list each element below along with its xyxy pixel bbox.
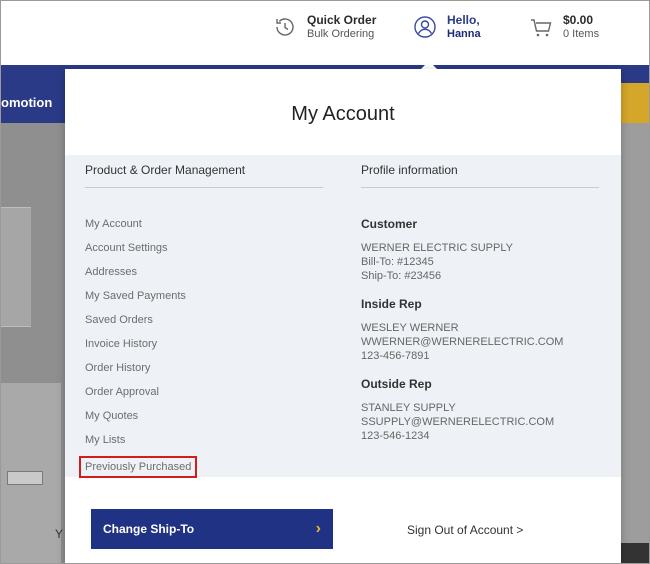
link-my-account[interactable]: My Account bbox=[85, 217, 197, 241]
outside-rep-label: Outside Rep bbox=[361, 377, 432, 391]
backdrop-card bbox=[1, 207, 31, 327]
link-order-approval[interactable]: Order Approval bbox=[85, 385, 197, 409]
nav-item-promotions[interactable]: omotion bbox=[1, 95, 52, 110]
sign-out-link[interactable]: Sign Out of Account > bbox=[407, 523, 523, 537]
inside-rep-email: WWERNER@WERNERELECTRIC.COM bbox=[361, 336, 564, 348]
link-order-history[interactable]: Order History bbox=[85, 361, 197, 385]
account-greeting: Hello, bbox=[447, 13, 480, 27]
cart-amount: $0.00 bbox=[563, 13, 594, 27]
product-order-heading: Product & Order Management bbox=[85, 163, 323, 188]
customer-company: WERNER ELECTRIC SUPPLY bbox=[361, 242, 513, 254]
link-previously-purchased[interactable]: Previously Purchased bbox=[79, 456, 198, 478]
link-my-lists[interactable]: My Lists bbox=[85, 433, 197, 457]
customer-bill-to: Bill-To: #12345 bbox=[361, 256, 434, 268]
panel-title: My Account bbox=[291, 103, 395, 125]
link-addresses[interactable]: Addresses bbox=[85, 265, 197, 289]
outside-rep-name: STANLEY SUPPLY bbox=[361, 402, 456, 414]
backdrop-input bbox=[7, 471, 43, 485]
my-account-dropdown: My Account Product & Order Management Pr… bbox=[65, 69, 621, 563]
link-my-saved-payments[interactable]: My Saved Payments bbox=[85, 289, 197, 313]
customer-ship-to: Ship-To: #23456 bbox=[361, 270, 442, 282]
link-account-settings[interactable]: Account Settings bbox=[85, 241, 197, 265]
cart-link[interactable]: $0.00 0 Items bbox=[529, 13, 599, 41]
chevron-right-icon: › bbox=[315, 520, 321, 537]
link-saved-orders[interactable]: Saved Orders bbox=[85, 313, 197, 337]
outside-rep-email: SSUPPLY@WERNERELECTRIC.COM bbox=[361, 416, 555, 428]
profile-info-heading: Profile information bbox=[361, 163, 599, 188]
inside-rep-name: WESLEY WERNER bbox=[361, 322, 459, 334]
quick-order-subtitle: Bulk Ordering bbox=[307, 28, 375, 40]
account-menu-toggle[interactable]: Hello, Hanna bbox=[413, 13, 481, 41]
change-ship-to-button[interactable]: Change Ship-To › bbox=[91, 509, 333, 549]
history-clock-icon bbox=[276, 18, 294, 36]
inside-rep-label: Inside Rep bbox=[361, 297, 422, 311]
cart-item-count: 0 Items bbox=[563, 28, 600, 40]
profile-info: Customer WERNER ELECTRIC SUPPLY Bill-To:… bbox=[361, 217, 601, 457]
backdrop-text: Y bbox=[55, 527, 64, 541]
quick-order-title: Quick Order bbox=[307, 13, 377, 27]
screenshot-frame: omotion Y Quick Order Bulk Ordering Hell… bbox=[0, 0, 650, 564]
account-links-list: My Account Account Settings Addresses My… bbox=[79, 217, 198, 478]
customer-label: Customer bbox=[361, 217, 418, 231]
site-header: Quick Order Bulk Ordering Hello, Hanna $… bbox=[1, 1, 649, 65]
backdrop-right-strip bbox=[619, 123, 649, 563]
user-icon bbox=[414, 16, 436, 38]
account-username: Hanna bbox=[447, 28, 481, 40]
change-ship-to-label: Change Ship-To bbox=[103, 522, 195, 536]
shopping-cart-icon bbox=[531, 19, 552, 37]
link-my-quotes[interactable]: My Quotes bbox=[85, 409, 197, 433]
inside-rep-phone: 123-456-7891 bbox=[361, 350, 430, 362]
outside-rep-phone: 123-546-1234 bbox=[361, 430, 430, 442]
outside-rep-group: Outside Rep STANLEY SUPPLY SSUPPLY@WERNE… bbox=[361, 377, 601, 443]
customer-group: Customer WERNER ELECTRIC SUPPLY Bill-To:… bbox=[361, 217, 601, 283]
link-invoice-history[interactable]: Invoice History bbox=[85, 337, 197, 361]
quick-order-link[interactable]: Quick Order Bulk Ordering bbox=[273, 13, 376, 41]
inside-rep-group: Inside Rep WESLEY WERNER WWERNER@WERNERE… bbox=[361, 297, 601, 363]
